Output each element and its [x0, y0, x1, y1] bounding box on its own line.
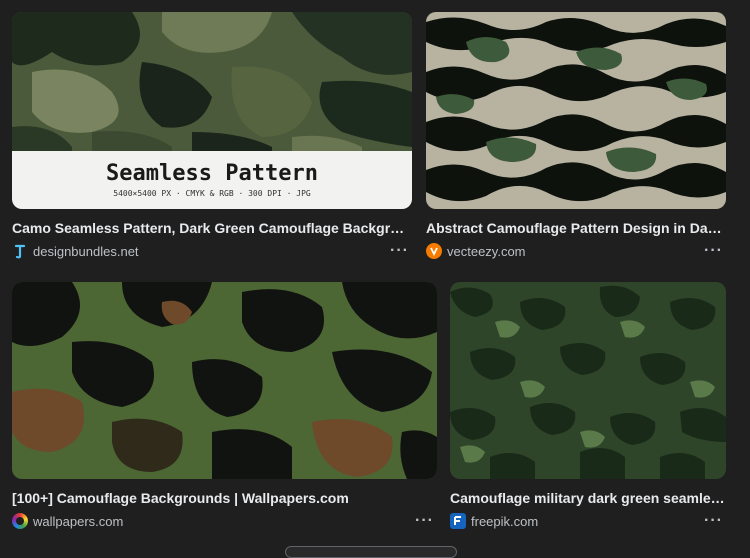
camo-image	[426, 12, 726, 209]
more-options-icon[interactable]: ···	[415, 512, 434, 530]
image-overlay-band: Seamless Pattern 5400×5400 PX · CMYK & R…	[12, 151, 412, 209]
more-options-icon[interactable]: ···	[704, 242, 723, 260]
result-source-label: designbundles.net	[33, 243, 139, 259]
result-title[interactable]: Abstract Camouflage Pattern Design in Da…	[426, 220, 726, 236]
vecteezy-favicon-icon	[426, 243, 442, 259]
result-source[interactable]: wallpapers.com	[12, 513, 123, 529]
more-options-icon[interactable]: ···	[390, 242, 409, 260]
result-thumbnail[interactable]	[12, 282, 437, 479]
overlay-subtitle: 5400×5400 PX · CMYK & RGB · 300 DPI · JP…	[113, 189, 311, 198]
result-title[interactable]: [100+] Camouflage Backgrounds | Wallpape…	[12, 490, 432, 506]
result-source[interactable]: vecteezy.com	[426, 243, 526, 259]
result-source[interactable]: designbundles.net	[12, 243, 139, 259]
wallpapers-favicon-icon	[12, 513, 28, 529]
result-source-label: vecteezy.com	[447, 243, 526, 259]
result-thumbnail[interactable]	[450, 282, 726, 479]
result-source[interactable]: freepik.com	[450, 513, 538, 529]
result-source-label: wallpapers.com	[33, 513, 124, 529]
result-thumbnail[interactable]: Seamless Pattern 5400×5400 PX · CMYK & R…	[12, 12, 412, 209]
camo-image	[450, 282, 726, 479]
freepik-favicon-icon	[450, 513, 466, 529]
result-title[interactable]: Camouflage military dark green seamless …	[450, 490, 726, 506]
overlay-title: Seamless Pattern	[106, 161, 318, 186]
load-more-button[interactable]	[285, 546, 457, 558]
result-source-label: freepik.com	[471, 513, 539, 529]
more-options-icon[interactable]: ···	[704, 512, 723, 530]
result-title[interactable]: Camo Seamless Pattern, Dark Green Camouf…	[12, 220, 412, 236]
designbundles-favicon-icon	[12, 243, 28, 259]
camo-image	[12, 282, 437, 479]
result-thumbnail[interactable]	[426, 12, 726, 209]
